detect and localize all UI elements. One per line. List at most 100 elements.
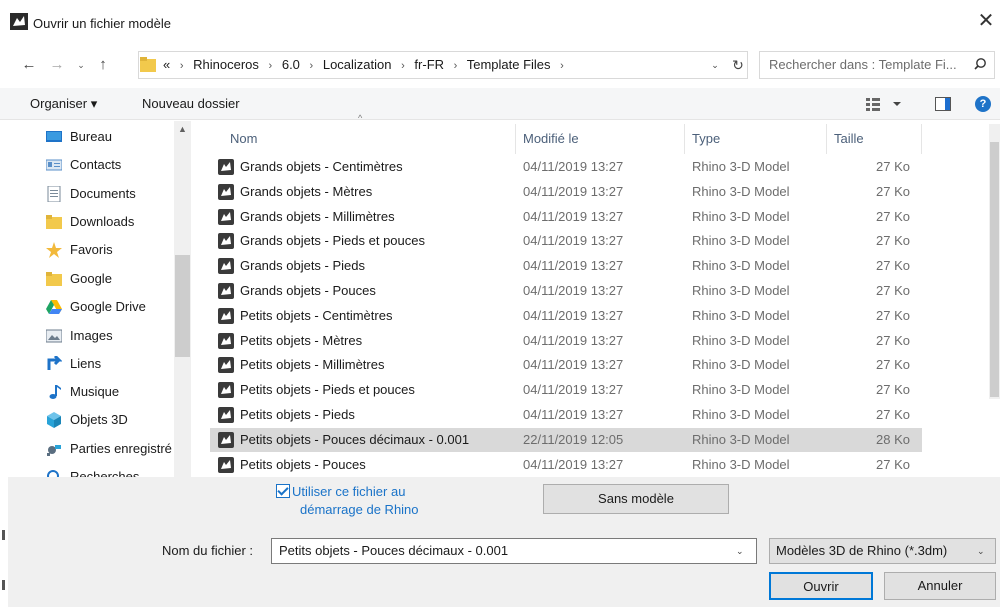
breadcrumb-separator[interactable]: › <box>310 53 314 79</box>
search-icon[interactable] <box>974 52 987 78</box>
file-name[interactable]: Grands objets - Millimètres <box>240 205 395 229</box>
file-row[interactable]: Grands objets - Pouces 04/11/2019 13:27 Rh… <box>210 279 922 303</box>
breadcrumb-separator[interactable]: › <box>560 53 564 79</box>
file-row[interactable]: Petits objets - Mètres 04/11/2019 13:27 Rh… <box>210 329 922 353</box>
file-size: 27 Ko <box>876 456 910 472</box>
column-divider[interactable] <box>921 124 922 154</box>
file-row[interactable]: Petits objets - Pieds et pouces 04/11/201… <box>210 378 922 402</box>
search-input[interactable]: Rechercher dans : Template Fi... <box>759 51 995 79</box>
file-size: 27 Ko <box>876 183 910 199</box>
file-modified: 04/11/2019 13:27 <box>523 258 624 274</box>
sidebar-item-label: Downloads <box>70 214 135 229</box>
folder-icon <box>140 57 156 72</box>
cube-icon <box>47 412 61 428</box>
file-row[interactable]: Petits objets - Millimètres 04/11/2019 13… <box>210 353 922 377</box>
startup-checkbox[interactable] <box>276 484 290 498</box>
column-header-name[interactable]: Nom <box>230 124 257 154</box>
file-name[interactable]: Petits objets - Centimètres <box>240 304 392 328</box>
breadcrumb-separator[interactable]: › <box>269 53 273 79</box>
rhino-file-icon <box>218 407 234 423</box>
file-row[interactable]: Petits objets - Pouces 04/11/2019 13:27 Rh… <box>210 453 922 477</box>
file-row[interactable]: Grands objets - Pieds et pouces 04/11/201… <box>210 229 922 253</box>
file-row[interactable]: Petits objets - Pouces décimaux - 0.001 2… <box>210 427 922 452</box>
title-bar: Ouvrir un fichier modèle ✕ <box>0 0 1000 44</box>
filename-dropdown-chevron-icon[interactable]: ⌄ <box>736 539 744 563</box>
startup-checkbox-label-line2[interactable]: démarrage de Rhino <box>300 502 419 517</box>
file-type: Rhino 3-D Model <box>692 382 790 398</box>
back-arrow-icon[interactable]: ← <box>20 56 38 74</box>
file-name[interactable]: Grands objets - Pouces <box>240 279 376 303</box>
file-type: Rhino 3-D Model <box>692 283 790 298</box>
no-template-button[interactable]: Sans modèle <box>543 484 729 514</box>
file-name[interactable]: Petits objets - Pouces décimaux - 0.001 <box>240 428 469 452</box>
close-icon[interactable]: ✕ <box>975 10 997 32</box>
file-name[interactable]: Grands objets - Pieds <box>240 254 365 278</box>
up-arrow-icon[interactable]: ↑ <box>94 56 112 74</box>
file-name[interactable]: Petits objets - Millimètres <box>240 353 384 377</box>
file-name[interactable]: Grands objets - Pieds et pouces <box>240 229 425 253</box>
column-header-size[interactable]: Taille <box>834 124 864 154</box>
file-type-chevron-icon[interactable]: ⌄ <box>977 539 985 563</box>
file-row[interactable]: Petits objets - Pieds 04/11/2019 13:27 Rhi… <box>210 403 922 427</box>
file-type: Rhino 3-D Model <box>692 258 790 274</box>
file-row[interactable]: Petits objets - Centimètres 04/11/2019 13… <box>210 304 922 328</box>
file-size: 27 Ko <box>876 332 910 348</box>
file-name[interactable]: Grands objets - Centimètres <box>240 155 403 179</box>
sidebar-item-label: Documents <box>70 186 136 201</box>
file-type: Rhino 3-D Model <box>692 233 790 249</box>
sort-ascending-icon: ^ <box>358 113 363 123</box>
organize-menu-button[interactable]: Organiser ▾ <box>30 88 97 120</box>
breadcrumb-separator[interactable]: › <box>454 53 458 79</box>
file-name[interactable]: Petits objets - Pieds et pouces <box>240 378 415 402</box>
forward-arrow-icon[interactable]: → <box>48 56 66 74</box>
file-name[interactable]: Petits objets - Mètres <box>240 329 362 353</box>
new-folder-button[interactable]: Nouveau dossier <box>142 88 240 120</box>
file-row[interactable]: Grands objets - Mètres 04/11/2019 13:27 Rh… <box>210 180 922 204</box>
open-button[interactable]: Ouvrir <box>769 572 873 600</box>
breadcrumb-rhinoceros[interactable]: Rhinoceros <box>193 57 259 72</box>
breadcrumb-overflow[interactable]: « <box>163 57 170 72</box>
help-icon[interactable]: ? <box>975 96 991 112</box>
file-type: Rhino 3-D Model <box>692 407 790 422</box>
file-name[interactable]: Grands objets - Mètres <box>240 180 372 204</box>
column-divider[interactable] <box>515 124 516 154</box>
preview-pane-icon[interactable] <box>935 97 951 111</box>
column-header-type[interactable]: Type <box>692 124 720 154</box>
rhino-file-icon <box>218 159 234 175</box>
rhino-file-icon <box>218 258 234 275</box>
file-row[interactable]: Grands objets - Pieds 04/11/2019 13:27 Rhi… <box>210 254 922 278</box>
view-options-icon[interactable] <box>866 97 906 111</box>
scroll-up-arrow-icon[interactable]: ▲ <box>174 121 191 138</box>
file-row[interactable]: Grands objets - Centimètres 04/11/2019 13… <box>210 155 922 179</box>
file-modified: 04/11/2019 13:27 <box>523 183 624 199</box>
address-dropdown-chevron-icon[interactable]: ⌄ <box>706 52 724 78</box>
column-divider[interactable] <box>826 124 827 154</box>
column-header-modified[interactable]: Modifié le <box>523 124 579 154</box>
refresh-icon[interactable]: ↻ <box>729 52 747 78</box>
file-list-scrollbar-thumb[interactable] <box>990 142 999 397</box>
breadcrumb-locale[interactable]: fr-FR <box>414 57 444 72</box>
breadcrumb-localization[interactable]: Localization <box>323 57 392 72</box>
recent-locations-chevron-icon[interactable]: ⌄ <box>72 56 90 74</box>
breadcrumb-separator[interactable]: › <box>180 53 184 79</box>
startup-checkbox-label[interactable]: Utiliser ce fichier au <box>292 484 405 499</box>
file-row[interactable]: Grands objets - Millimètres 04/11/2019 13… <box>210 205 922 229</box>
filename-value[interactable]: Petits objets - Pouces décimaux - 0.001 <box>279 539 508 563</box>
file-name[interactable]: Petits objets - Pouces <box>240 453 366 477</box>
file-modified: 04/11/2019 13:27 <box>523 407 624 422</box>
breadcrumb-separator[interactable]: › <box>401 53 405 79</box>
sidebar-item-label: Objets 3D <box>70 412 128 427</box>
breadcrumb-template-files[interactable]: Template Files <box>467 57 551 72</box>
filename-field[interactable]: Petits objets - Pouces décimaux - 0.001 … <box>271 538 757 564</box>
breadcrumb-version[interactable]: 6.0 <box>282 57 300 72</box>
file-size: 27 Ko <box>876 357 910 373</box>
file-name[interactable]: Petits objets - Pieds <box>240 403 355 427</box>
rhino-file-icon <box>218 208 234 225</box>
rhino-file-icon <box>218 183 234 200</box>
column-divider[interactable] <box>684 124 685 154</box>
file-modified: 04/11/2019 13:27 <box>523 233 624 249</box>
cancel-button[interactable]: Annuler <box>884 572 996 600</box>
file-type-select[interactable]: Modèles 3D de Rhino (*.3dm) ⌄ <box>769 538 996 564</box>
sidebar-scrollbar-thumb[interactable] <box>175 255 190 357</box>
address-bar[interactable]: « › Rhinoceros › 6.0 › Localization › fr… <box>138 51 748 79</box>
